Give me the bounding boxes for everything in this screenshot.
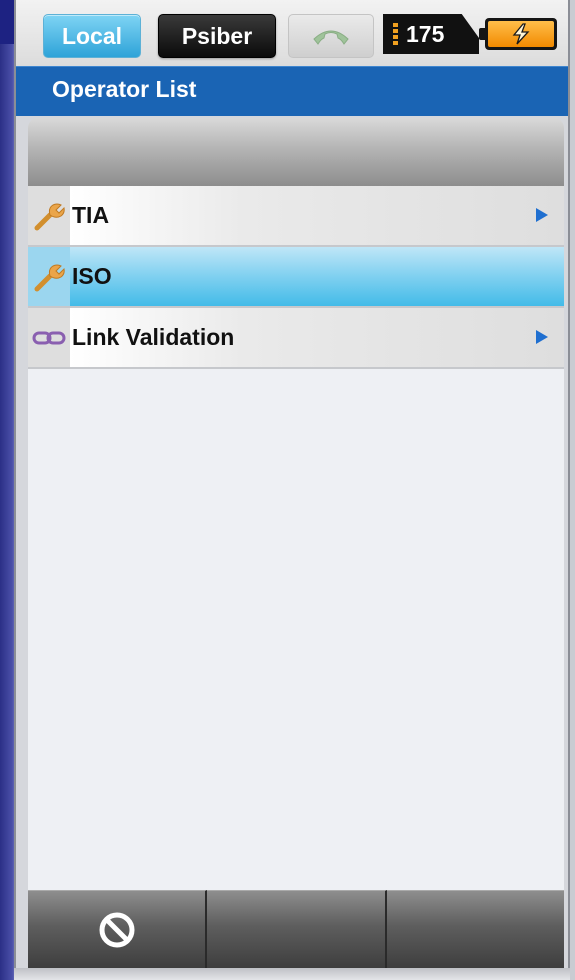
battery-indicator bbox=[479, 18, 557, 50]
phone-button[interactable] bbox=[288, 14, 374, 58]
link-icon bbox=[32, 331, 66, 344]
title-bar: Operator List bbox=[16, 66, 568, 116]
phone-handset-icon bbox=[313, 30, 349, 45]
cancel-button[interactable] bbox=[28, 890, 208, 968]
list-item-label: ISO bbox=[70, 247, 564, 306]
bottom-toolbar bbox=[28, 890, 564, 968]
wrench-icon bbox=[34, 264, 65, 291]
cancel-icon bbox=[99, 912, 135, 947]
list-item-link-validation[interactable]: Link Validation bbox=[28, 308, 564, 369]
psiber-button[interactable]: Psiber bbox=[158, 14, 276, 58]
local-button[interactable]: Local bbox=[43, 14, 141, 58]
page-title: Operator List bbox=[52, 76, 197, 102]
list-header bbox=[28, 118, 564, 186]
operator-list: TIA ISO Link Validation bbox=[28, 186, 564, 890]
battery-charging-icon bbox=[512, 23, 530, 45]
wrench-icon bbox=[34, 203, 65, 230]
chevron-right-icon bbox=[536, 330, 548, 344]
list-item-tia[interactable]: TIA bbox=[28, 186, 564, 247]
toolbar-button-2[interactable] bbox=[207, 890, 387, 968]
device-bottom-edge bbox=[14, 968, 570, 980]
signal-bars-icon bbox=[393, 23, 398, 45]
chevron-right-icon bbox=[536, 208, 548, 222]
toolbar-button-3[interactable] bbox=[386, 890, 564, 968]
counter-display: 175 bbox=[383, 14, 479, 54]
counter-value: 175 bbox=[406, 20, 445, 47]
list-item-iso[interactable]: ISO bbox=[28, 247, 564, 308]
list-item-label: TIA bbox=[70, 186, 564, 245]
list-item-label: Link Validation bbox=[70, 308, 564, 367]
status-bar: Local Psiber 175 bbox=[16, 0, 568, 66]
